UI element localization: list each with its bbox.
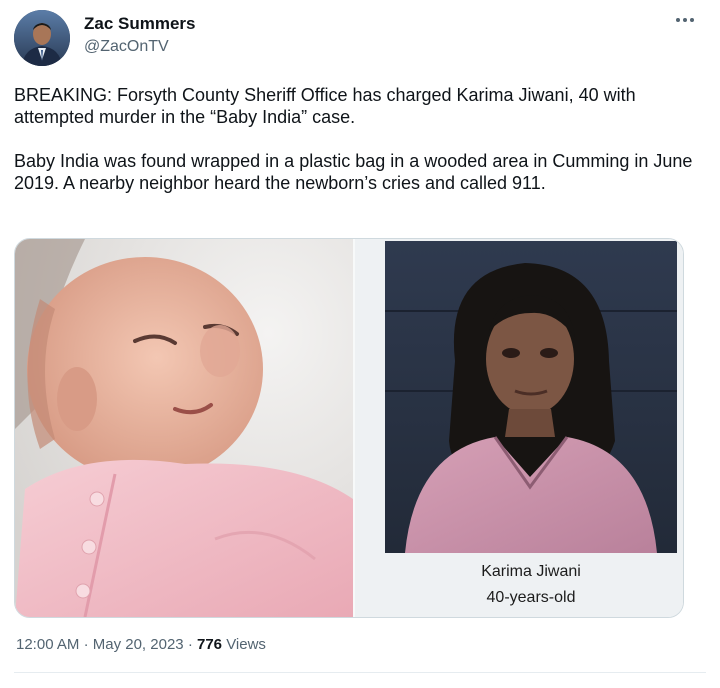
meta-separator: ·: [83, 636, 89, 653]
tweet-card: Zac Summers @ZacOnTV BREAKING: Forsyth C…: [0, 0, 720, 688]
meta-separator: ·: [187, 636, 193, 653]
more-options-icon[interactable]: [670, 10, 700, 30]
tweet-text: BREAKING: Forsyth County Sheriff Office …: [14, 84, 694, 194]
tweet-date[interactable]: May 20, 2023: [93, 636, 184, 653]
tweet-paragraph: BREAKING: Forsyth County Sheriff Office …: [14, 85, 636, 127]
tweet-time[interactable]: 12:00 AM: [16, 636, 79, 653]
divider: [14, 672, 706, 673]
mugshot-panel[interactable]: Karima Jiwani 40-years-old: [355, 239, 683, 617]
tweet-meta: 12:00 AM · May 20, 2023 · 776 Views: [16, 636, 266, 653]
views-count: 776: [196, 636, 223, 653]
author-name[interactable]: Zac Summers: [84, 14, 196, 34]
tweet-media[interactable]: Karima Jiwani 40-years-old: [14, 238, 684, 618]
baby-photo[interactable]: [15, 239, 353, 617]
caption-name: Karima Jiwani: [481, 563, 581, 580]
caption-age: 40-years-old: [486, 589, 576, 606]
views-label: Views: [226, 636, 266, 653]
author-avatar[interactable]: [14, 10, 70, 66]
tweet-paragraph: Baby India was found wrapped in a plasti…: [14, 151, 693, 193]
mugshot-caption: Karima Jiwani 40-years-old: [385, 559, 677, 611]
mugshot-photo: [385, 241, 677, 553]
author-handle[interactable]: @ZacOnTV: [84, 38, 169, 56]
